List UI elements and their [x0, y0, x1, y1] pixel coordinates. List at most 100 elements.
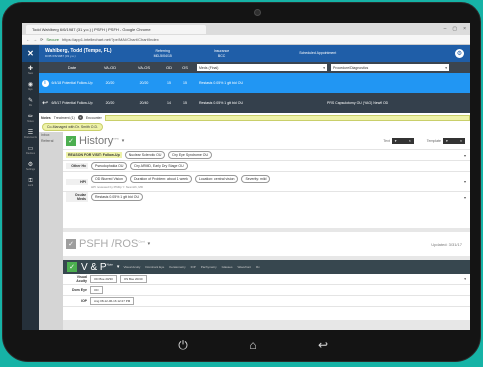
treatment-dropdown[interactable]: Treatment (1)	[54, 116, 75, 120]
sidebar-item-devices[interactable]: ▭ Devices	[22, 142, 39, 158]
sidebar-label: Rx	[28, 104, 33, 107]
plus-icon: ✚	[27, 66, 34, 72]
template-select-box[interactable]: ▾ ×	[443, 137, 465, 144]
sidebar-item-eye[interactable]: ◉ Eye	[22, 78, 39, 94]
settings-gear-icon[interactable]: ⚙	[455, 49, 464, 58]
managed-row: Co-Managed with Dr. Smith O.D.	[39, 122, 470, 132]
url-text[interactable]: https://app1.intellechart.net/?pe/MAI/Ch…	[62, 37, 159, 42]
content-area: Inbox Referral ✓ Historynew ▾ Text ▾ × T…	[39, 132, 470, 330]
chevron-down-icon[interactable]: ▾	[464, 195, 466, 200]
home-icon[interactable]: ⌂	[243, 338, 263, 352]
history-check-icon[interactable]: ✓	[66, 135, 76, 146]
psfh-dropdown-icon[interactable]: ▾	[148, 241, 151, 247]
vp-tab[interactable]: Visual Acuity	[123, 265, 140, 269]
comanaged-pill[interactable]: Co-Managed with Dr. Smith O.D.	[42, 123, 103, 131]
header-appointment: Scheduled Appointment	[299, 51, 336, 56]
browser-tab[interactable]: Todd Wahlberg 6/6/1987 (31 y.o.) | PSFH …	[26, 24, 206, 34]
finding-pill[interactable]: Dry ARMD, Early Dry Stage OU	[130, 162, 188, 170]
forward-arrow-icon[interactable]: →	[33, 37, 37, 42]
psfh-check-icon[interactable]: ✓	[66, 239, 76, 249]
vp-row-dom-eye[interactable]: Dom Eye OD	[63, 285, 470, 296]
browser-tabbar: Todd Wahlberg 6/6/1987 (31 y.o.) | PSFH …	[22, 23, 470, 35]
sidebar-label: Settings	[25, 168, 36, 171]
table-row[interactable]: i 6/4/18 Potential Follow-Up 20/20 20/20…	[39, 73, 470, 93]
vp-tab[interactable]: Keratometry	[169, 265, 185, 269]
vp-row-visual-acuity[interactable]: Visual Acuity OD Bse 20/30 OS Bse 20/40 …	[63, 274, 470, 285]
finding-pill[interactable]: OD Blurred Vision	[91, 174, 127, 183]
va-os-value[interactable]: OS Bse 20/40	[119, 275, 147, 283]
history-row-reason[interactable]: REASON FOR VISIT: Follow-Up Nuclear Scle…	[63, 149, 470, 160]
secure-label: Secure	[46, 37, 60, 42]
sidebar-item-lock[interactable]: ⚿ Lock	[22, 174, 39, 190]
vp-check-icon[interactable]: ✓	[67, 262, 77, 272]
maximize-icon[interactable]: ▢	[452, 26, 457, 32]
finding-pill[interactable]: Duration of Problem: about 1 week	[129, 174, 192, 183]
back-arrow-icon[interactable]: ←	[26, 37, 30, 42]
add-note-icon[interactable]: +	[77, 115, 83, 120]
chevron-down-icon: ▾	[446, 138, 448, 143]
sidebar-item-documents[interactable]: ☰ Documents	[22, 126, 39, 142]
vp-tab[interactable]: Dominant Eye	[145, 265, 164, 269]
finding-pill[interactable]: Pseudophakia OU	[91, 162, 128, 170]
finding-pill[interactable]: Nuclear Sclerotic OU	[124, 151, 166, 159]
reload-icon[interactable]: ⟳	[40, 37, 43, 42]
vp-row-iop[interactable]: IOP Ang 08-12-06-16 12:27 PM	[63, 296, 470, 307]
reply-icon[interactable]: ↩	[39, 99, 51, 107]
power-icon[interactable]: ⏻	[173, 338, 193, 353]
col-va-od[interactable]: VA-OD	[93, 65, 127, 70]
monitor-icon: ▭	[27, 146, 34, 152]
history-row-otherhx[interactable]: Other Hx Pseudophakia OU Dry ARMD, Early…	[63, 160, 470, 171]
row-od: 14	[167, 101, 171, 105]
sidebar-item-settings[interactable]: ⚙ Settings	[22, 158, 39, 174]
psfh-header: ✓ PSFH /ROSCont ▾	[63, 238, 150, 250]
chevron-down-icon[interactable]: ▾	[464, 153, 466, 158]
vp-tab[interactable]: Rx	[256, 265, 260, 269]
sidebar-item-new[interactable]: ✚ New	[22, 62, 39, 78]
sidebar-item-rx[interactable]: ✎ Rx	[22, 94, 39, 110]
app-logo-icon[interactable]: ✕	[22, 45, 39, 62]
history-dropdown-icon[interactable]: ▾	[122, 138, 125, 144]
finding-pill[interactable]: Location: central vision	[194, 174, 239, 183]
chevron-down-icon[interactable]: ▾	[464, 277, 466, 281]
procedure-dropdown[interactable]: Procedure/Diagnostics ▾	[331, 64, 449, 71]
va-od-value[interactable]: OD Bse 20/30	[90, 275, 117, 283]
col-date[interactable]: Date	[51, 65, 93, 70]
list-icon: ☰	[27, 130, 34, 136]
finding-pill[interactable]: Severity: mild	[241, 174, 271, 183]
vp-tab[interactable]: Glasses	[222, 265, 233, 269]
history-sup: new	[113, 135, 119, 140]
chevron-down-icon[interactable]: ▾	[464, 179, 466, 184]
vp-tab[interactable]: Wavefront	[237, 265, 251, 269]
finding-pill[interactable]: Restasis 0.05% 1 gtt bid OU	[91, 193, 143, 201]
history-title: Historynew	[79, 135, 119, 147]
patient-dob: DOB 6/6/1987 (31 y.o.)	[45, 53, 76, 58]
dom-eye-value[interactable]: OD	[90, 286, 103, 294]
close-icon[interactable]: ×	[463, 26, 466, 32]
close-icon[interactable]: ×	[409, 139, 411, 143]
meds-dropdown[interactable]: Meds (Final) ▾	[197, 64, 327, 71]
col-va-os[interactable]: VA-OS	[127, 65, 161, 70]
finding-pill[interactable]: Dry Eye Syndrome OU	[168, 151, 213, 159]
close-icon[interactable]: ×	[460, 139, 462, 143]
sidebar-item-notes[interactable]: ✏ Notes	[22, 110, 39, 126]
history-title-text: History	[79, 134, 114, 147]
iop-value[interactable]: Ang 08-12-06-16 12:27 PM	[90, 297, 135, 305]
vp-tab[interactable]: Pachymetry	[201, 265, 217, 269]
history-row-hpi[interactable]: HPI OD Blurred Vision Duration of Proble…	[63, 171, 470, 191]
template-select[interactable]: Template ▾ ×	[427, 137, 465, 144]
vp-tab[interactable]: IOP	[191, 265, 196, 269]
text-select-box[interactable]: ▾ ×	[391, 137, 414, 144]
minimize-icon[interactable]: –	[444, 26, 447, 32]
back-icon[interactable]: ↩	[313, 338, 333, 352]
info-icon[interactable]: i	[39, 79, 51, 87]
vp-dropdown-icon[interactable]: ▾	[117, 264, 120, 270]
col-os[interactable]: OS	[177, 65, 193, 70]
history-row-ocularmeds[interactable]: Ocular Meds Restasis 0.05% 1 gtt bid OU …	[63, 191, 470, 202]
summary-referral[interactable]: Referral	[39, 138, 63, 144]
app-sidebar: ✚ New ◉ Eye ✎ Rx ✏ Notes ☰ Documents ▭ Devices…	[22, 62, 39, 330]
table-row[interactable]: ↩ 6/5/17 Potential Follow-Up 20/20 20/40…	[39, 93, 470, 113]
text-select[interactable]: Text ▾ ×	[383, 137, 414, 144]
notes-input[interactable]	[104, 114, 470, 121]
address-bar[interactable]: ← → ⟳ Secure https://app1.intellechart.n…	[22, 35, 470, 45]
col-od[interactable]: OD	[161, 65, 177, 70]
